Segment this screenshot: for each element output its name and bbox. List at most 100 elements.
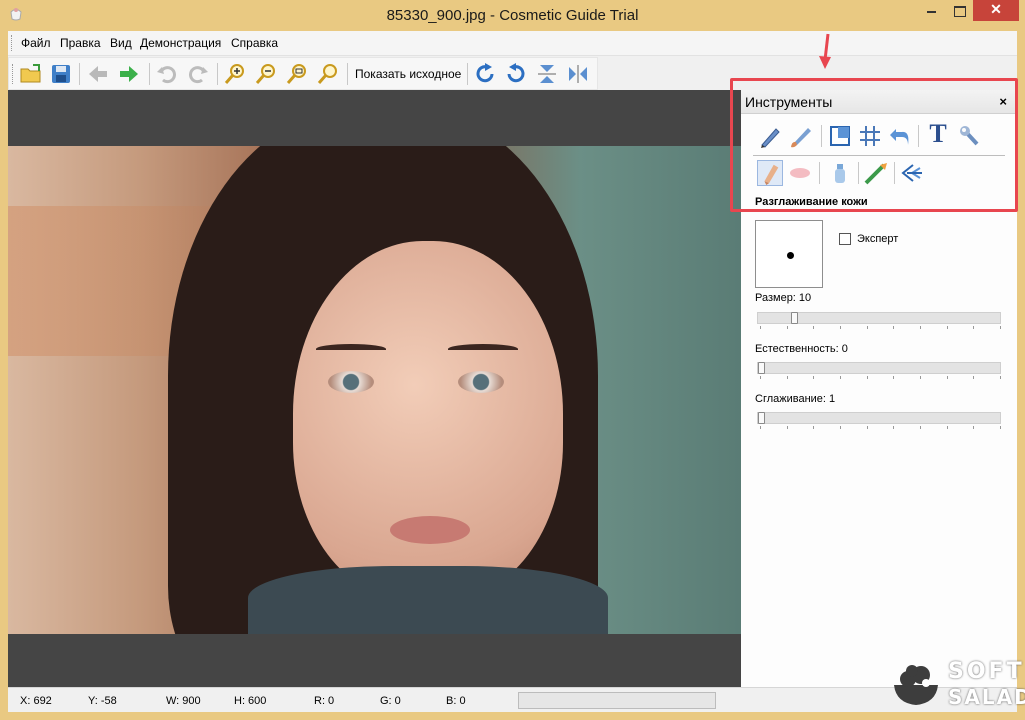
main-toolbar: Показать исходное: [8, 57, 598, 90]
watermark-salad: SALAD: [948, 685, 1025, 709]
watermark-soft: SOFT: [948, 659, 1025, 684]
size-slider[interactable]: [757, 312, 1001, 324]
menu-demo[interactable]: Демонстрация: [140, 36, 221, 50]
back-arrow-icon[interactable]: [86, 62, 110, 86]
size-label: Размер: 10: [755, 292, 812, 304]
slider-tick: [973, 426, 974, 429]
menu-edit[interactable]: Правка: [60, 36, 101, 50]
toolbar-separator: [149, 63, 150, 85]
slider-tick: [893, 376, 894, 379]
slider-tick: [893, 326, 894, 329]
close-button[interactable]: ✕: [973, 0, 1019, 21]
zoom-actual-icon[interactable]: [316, 62, 340, 86]
size-slider-ticks: [757, 326, 1001, 330]
slider-tick: [1000, 376, 1001, 379]
portrait-photo[interactable]: [8, 146, 741, 634]
zoom-out-icon[interactable]: [254, 62, 278, 86]
slider-tick: [973, 326, 974, 329]
naturalness-slider-ticks: [757, 376, 1001, 380]
annotation-arrow-icon: [819, 33, 831, 69]
open-folder-icon[interactable]: [19, 62, 43, 86]
photo-eye-left: [328, 371, 374, 393]
slider-tick: [813, 376, 814, 379]
smoothing-label: Сглаживание: 1: [755, 393, 836, 405]
smoothing-slider-thumb[interactable]: [758, 412, 765, 424]
slider-tick: [840, 426, 841, 429]
toolbar-separator: [467, 63, 468, 85]
slider-tick: [840, 376, 841, 379]
minimize-button[interactable]: [918, 0, 946, 21]
status-y: Y: -58: [88, 695, 117, 707]
slider-tick: [1000, 426, 1001, 429]
toolbar-separator: [217, 63, 218, 85]
slider-tick: [920, 326, 921, 329]
status-x: X: 692: [20, 695, 52, 707]
slider-tick: [893, 426, 894, 429]
slider-tick: [920, 426, 921, 429]
slider-tick: [813, 426, 814, 429]
toolbar-separator: [79, 63, 80, 85]
menu-bar: Файл Правка Вид Демонстрация Справка: [8, 31, 1017, 56]
naturalness-label: Естественность: 0: [755, 343, 848, 355]
slider-tick: [973, 376, 974, 379]
zoom-in-icon[interactable]: [223, 62, 247, 86]
slider-tick: [947, 326, 948, 329]
maximize-button[interactable]: [946, 0, 973, 21]
forward-arrow-icon[interactable]: [117, 62, 141, 86]
flip-vertical-icon[interactable]: [535, 62, 559, 86]
status-progress-bar: [518, 692, 716, 709]
status-height: H: 600: [234, 695, 267, 707]
photo-brow-right: [448, 344, 518, 354]
slider-tick: [1000, 326, 1001, 329]
rotate-left-icon[interactable]: [504, 62, 528, 86]
status-blue: B: 0: [446, 695, 466, 707]
slider-tick: [867, 376, 868, 379]
naturalness-slider-thumb[interactable]: [758, 362, 765, 374]
window-title: 85330_900.jpg - Cosmetic Guide Trial: [386, 7, 639, 24]
slider-tick: [947, 376, 948, 379]
show-original-button[interactable]: Показать исходное: [355, 67, 461, 81]
toolbar-grip[interactable]: [12, 64, 15, 84]
flip-horizontal-icon[interactable]: [566, 62, 590, 86]
size-slider-thumb[interactable]: [791, 312, 798, 324]
slider-tick: [787, 376, 788, 379]
salad-bowl-icon: [894, 665, 938, 705]
menu-help[interactable]: Справка: [231, 36, 278, 50]
annotation-highlight-box: [730, 78, 1018, 212]
close-icon: ✕: [990, 1, 1002, 17]
rotate-right-icon[interactable]: [473, 62, 497, 86]
naturalness-slider[interactable]: [757, 362, 1001, 374]
save-icon[interactable]: [49, 62, 73, 86]
expert-checkbox[interactable]: [839, 233, 851, 245]
status-green: G: 0: [380, 695, 401, 707]
slider-tick: [760, 376, 761, 379]
slider-tick: [787, 326, 788, 329]
undo-icon[interactable]: [155, 62, 179, 86]
watermark: SOFT SALAD: [888, 657, 1025, 713]
slider-tick: [947, 426, 948, 429]
slider-tick: [867, 326, 868, 329]
photo-shirt: [248, 566, 608, 634]
slider-tick: [920, 376, 921, 379]
smoothing-slider-ticks: [757, 426, 1001, 430]
menu-grip[interactable]: [11, 35, 14, 51]
slider-tick: [813, 326, 814, 329]
redo-icon[interactable]: [186, 62, 210, 86]
slider-tick: [787, 426, 788, 429]
photo-brow-left: [316, 344, 386, 354]
expert-label[interactable]: Эксперт: [857, 233, 898, 245]
title-bar[interactable]: 85330_900.jpg - Cosmetic Guide Trial ✕: [0, 0, 1025, 30]
menu-file[interactable]: Файл: [21, 36, 51, 50]
image-canvas[interactable]: [8, 90, 741, 687]
menu-view[interactable]: Вид: [110, 36, 132, 50]
brush-dot: [787, 252, 794, 259]
brush-preview: [755, 220, 823, 288]
slider-tick: [867, 426, 868, 429]
photo-lips: [390, 516, 470, 544]
zoom-fit-icon[interactable]: [285, 62, 309, 86]
photo-eye-right: [458, 371, 504, 393]
smoothing-slider[interactable]: [757, 412, 1001, 424]
status-bar: X: 692 Y: -58 W: 900 H: 600 R: 0 G: 0 B:…: [8, 687, 1017, 712]
slider-tick: [840, 326, 841, 329]
status-red: R: 0: [314, 695, 335, 707]
